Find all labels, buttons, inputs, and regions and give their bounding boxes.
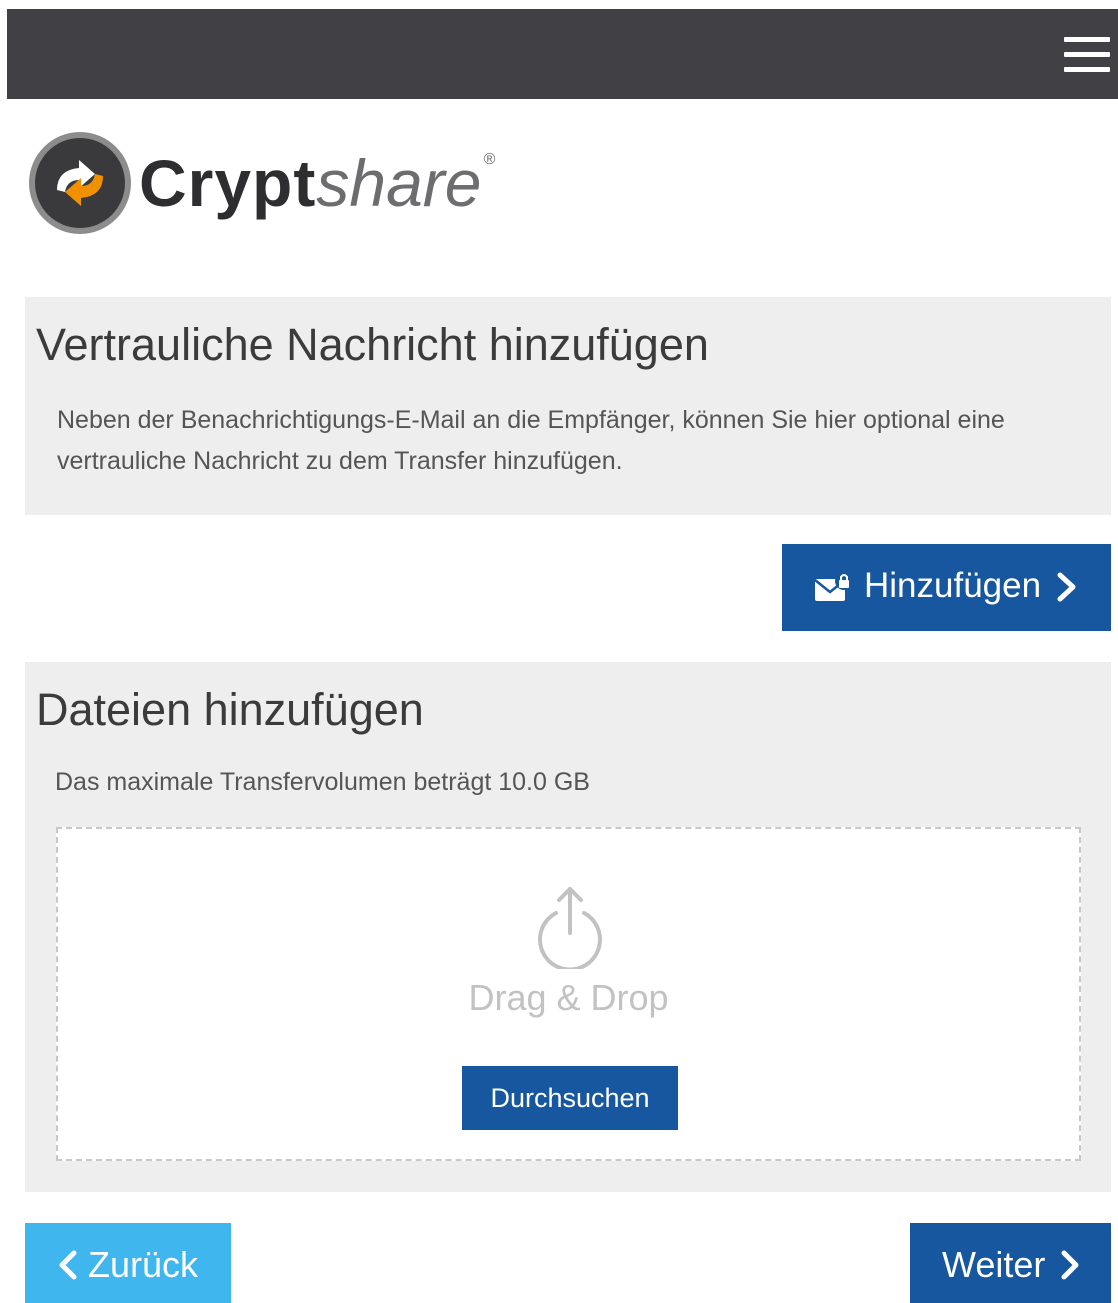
logo-crypt-text: Crypt	[139, 146, 317, 220]
cryptshare-logo-icon	[29, 132, 131, 234]
back-label: Zurück	[88, 1244, 199, 1285]
drag-drop-text: Drag & Drop	[468, 977, 669, 1018]
next-label: Weiter	[942, 1244, 1046, 1285]
chevron-right-icon	[1061, 1250, 1079, 1280]
page: Cryptshare ® Vertrauliche Nachricht hinz…	[0, 0, 1118, 1303]
registered-mark: ®	[483, 151, 496, 168]
logo-share-text: share	[316, 146, 482, 220]
browse-label: Durchsuchen	[490, 1083, 650, 1113]
cryptshare-logo[interactable]: Cryptshare ®	[27, 130, 527, 236]
next-button[interactable]: Weiter	[910, 1223, 1111, 1303]
browse-button[interactable]: Durchsuchen	[462, 1066, 678, 1130]
chevron-left-icon	[59, 1250, 77, 1280]
envelope-lock-icon	[814, 572, 853, 601]
confidential-message-panel: Vertrauliche Nachricht hinzufügen Neben …	[25, 297, 1111, 515]
chevron-right-icon	[1057, 572, 1076, 602]
hamburger-menu-icon[interactable]	[1064, 37, 1110, 73]
file-dropzone[interactable]: Drag & Drop Durchsuchen	[56, 827, 1081, 1161]
back-button[interactable]: Zurück	[25, 1223, 231, 1303]
message-section-description: Neben der Benachrichtigungs-E-Mail an di…	[57, 406, 1005, 475]
transfer-volume-info: Das maximale Transfervolumen beträgt 10.…	[55, 768, 590, 796]
upload-icon	[538, 887, 602, 969]
top-navigation-bar	[7, 9, 1118, 99]
add-message-label: Hinzufügen	[864, 566, 1042, 605]
files-section-title: Dateien hinzufügen	[36, 684, 424, 735]
message-section-title: Vertrauliche Nachricht hinzufügen	[36, 319, 709, 370]
add-message-button[interactable]: Hinzufügen	[782, 544, 1111, 631]
cryptshare-wordmark: Cryptshare ®	[139, 146, 495, 220]
